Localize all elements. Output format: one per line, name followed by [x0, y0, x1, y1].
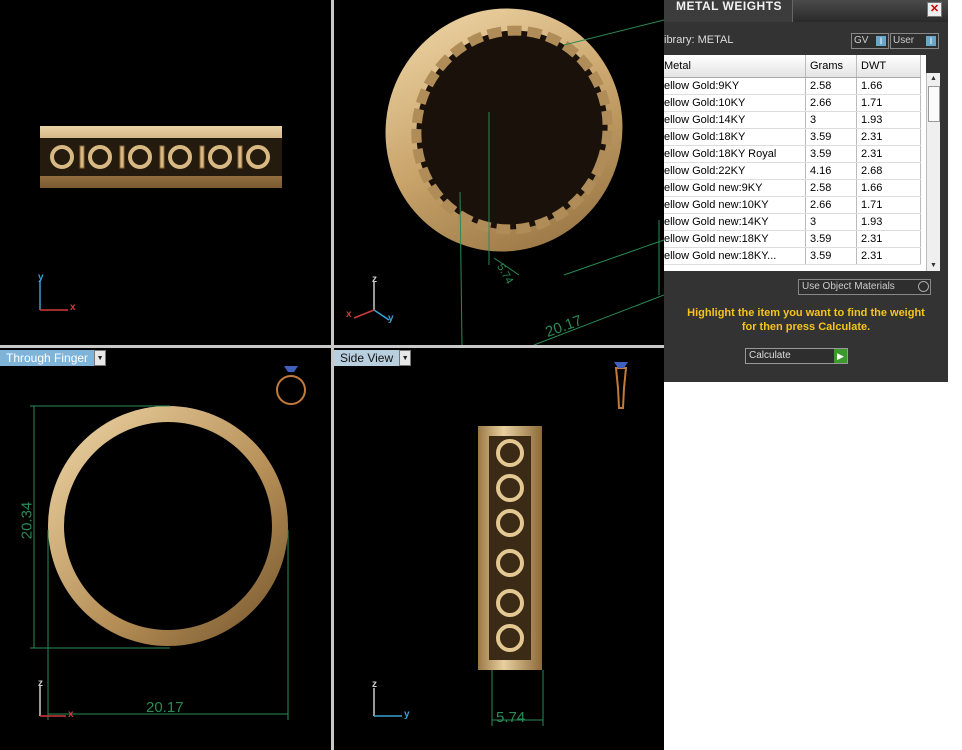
calculate-label: Calculate: [749, 350, 791, 361]
grams-cell: 3: [805, 213, 857, 231]
table-scrollbar[interactable]: ▲ ▼: [926, 73, 940, 271]
metal-cell: ellow Gold new:14KY: [664, 213, 806, 231]
grams-cell: 3.59: [805, 128, 857, 146]
axis-x-label: x: [346, 309, 352, 320]
grams-cell: 3.59: [805, 145, 857, 163]
axis-y-label: y: [38, 272, 44, 283]
perspective-canvas: [353, 8, 664, 345]
metal-cell: ellow Gold:22KY: [664, 162, 806, 180]
viewport-perspective[interactable]: 5.74 20.17 z x y: [334, 0, 664, 345]
metal-cell: ellow Gold:9KY: [664, 77, 806, 95]
user-toggle[interactable]: User I: [890, 33, 939, 49]
viewport-divider-horizontal[interactable]: [0, 345, 664, 348]
metal-cell: ellow Gold new:10KY: [664, 196, 806, 214]
table-row[interactable]: ellow Gold new:14KY 3 1.93: [664, 213, 921, 231]
metal-cell: ellow Gold new:18KY...: [664, 247, 806, 265]
dwt-cell: 2.31: [856, 128, 921, 146]
grams-cell: 2.66: [805, 94, 857, 112]
column-header-dwt[interactable]: DWT: [856, 55, 921, 78]
metal-weights-panel: METAL WEIGHTS ✕ ibrary: METAL GV I User I …: [664, 0, 948, 382]
metal-cell: ellow Gold new:18KY: [664, 230, 806, 248]
table-row[interactable]: ellow Gold:10KY 2.66 1.71: [664, 94, 921, 112]
viewport-side[interactable]: Side View ▼ 5.74 z y: [334, 348, 664, 750]
use-object-materials-label: Use Object Materials: [802, 281, 895, 292]
side-view-canvas: [373, 362, 628, 726]
toggle-indicator-icon: I: [926, 36, 936, 46]
ring-gem-icon: [276, 366, 306, 405]
grams-cell: 3: [805, 111, 857, 129]
scroll-thumb[interactable]: [928, 86, 940, 122]
grams-cell: 2.66: [805, 196, 857, 214]
column-header-metal[interactable]: Metal: [664, 55, 806, 78]
scroll-down-icon[interactable]: ▼: [927, 260, 940, 271]
metal-cell: ellow Gold:18KY: [664, 128, 806, 146]
front-view-canvas: [30, 366, 306, 720]
scroll-up-icon[interactable]: ▲: [927, 73, 940, 84]
toggle-indicator-icon: I: [876, 36, 886, 46]
table-row[interactable]: ellow Gold new:18KY 3.59 2.31: [664, 230, 921, 248]
gv-label: GV: [854, 35, 869, 46]
height-dimension: 20.34: [18, 501, 36, 540]
grams-cell: 3.59: [805, 247, 857, 265]
dwt-cell: 1.66: [856, 179, 921, 197]
panel-title-bar[interactable]: METAL WEIGHTS ✕: [664, 0, 948, 22]
table-row[interactable]: ellow Gold new:18KY... 3.59 2.31: [664, 247, 921, 265]
column-header-grams[interactable]: Grams: [805, 55, 857, 78]
dwt-cell: 1.93: [856, 111, 921, 129]
viewport-divider-vertical[interactable]: [331, 0, 334, 750]
axis-z-label: z: [38, 678, 43, 689]
user-label: User: [893, 35, 915, 46]
metal-cell: ellow Gold:10KY: [664, 94, 806, 112]
metal-cell: ellow Gold new:9KY: [664, 179, 806, 197]
axis-z-label: z: [372, 274, 377, 285]
table-row[interactable]: ellow Gold:22KY 4.16 2.68: [664, 162, 921, 180]
axis-x-label: x: [68, 709, 74, 720]
grams-cell: 4.16: [805, 162, 857, 180]
toggle-circle-icon: [918, 281, 929, 292]
grams-cell: 2.58: [805, 77, 857, 95]
axis-z-label: z: [372, 679, 377, 690]
metal-cell: ellow Gold:14KY: [664, 111, 806, 129]
dwt-cell: 1.93: [856, 213, 921, 231]
width-dimension: 20.17: [146, 699, 184, 716]
play-arrow-icon: ▶: [834, 349, 847, 363]
instruction-line-2: for then press Calculate.: [741, 321, 871, 333]
grams-cell: 2.58: [805, 179, 857, 197]
panel-title: METAL WEIGHTS: [676, 0, 783, 13]
top-view-canvas: [39, 126, 282, 311]
dwt-cell: 2.31: [856, 247, 921, 265]
table-row[interactable]: ellow Gold:14KY 3 1.93: [664, 111, 921, 129]
use-object-materials-toggle[interactable]: Use Object Materials: [798, 279, 931, 295]
library-label: ibrary: METAL: [664, 34, 734, 46]
viewport-through-finger[interactable]: Through Finger ▼ 20.34 20.17 z x: [0, 348, 331, 750]
axis-x-label: x: [70, 302, 76, 313]
close-button[interactable]: ✕: [927, 2, 942, 17]
viewport-top[interactable]: y x: [0, 0, 331, 345]
calculate-button[interactable]: Calculate ▶: [745, 348, 848, 364]
table-row[interactable]: ellow Gold:18KY Royal 3.59 2.31: [664, 145, 921, 163]
instruction-line-1: Highlight the item you want to find the …: [687, 307, 925, 319]
dwt-cell: 1.66: [856, 77, 921, 95]
dwt-cell: 2.68: [856, 162, 921, 180]
table-row[interactable]: ellow Gold new:9KY 2.58 1.66: [664, 179, 921, 197]
axis-y-label: y: [404, 709, 410, 720]
dwt-cell: 2.31: [856, 230, 921, 248]
side-width-dimension: 5.74: [496, 709, 526, 726]
dwt-cell: 1.71: [856, 94, 921, 112]
ring-profile-icon: [614, 362, 628, 409]
dwt-cell: 2.31: [856, 145, 921, 163]
metal-cell: ellow Gold:18KY Royal: [664, 145, 806, 163]
axis-y-label: y: [388, 313, 394, 324]
grams-cell: 3.59: [805, 230, 857, 248]
gv-toggle[interactable]: GV I: [851, 33, 889, 49]
dwt-cell: 1.71: [856, 196, 921, 214]
table-row[interactable]: ellow Gold:18KY 3.59 2.31: [664, 128, 921, 146]
instruction-text: Highlight the item you want to find the …: [664, 306, 948, 334]
table-row[interactable]: ellow Gold:9KY 2.58 1.66: [664, 77, 921, 95]
table-row[interactable]: ellow Gold new:10KY 2.66 1.71: [664, 196, 921, 214]
metal-table[interactable]: Metal Grams DWT ellow Gold:9KY 2.58 1.66 el…: [664, 55, 926, 271]
